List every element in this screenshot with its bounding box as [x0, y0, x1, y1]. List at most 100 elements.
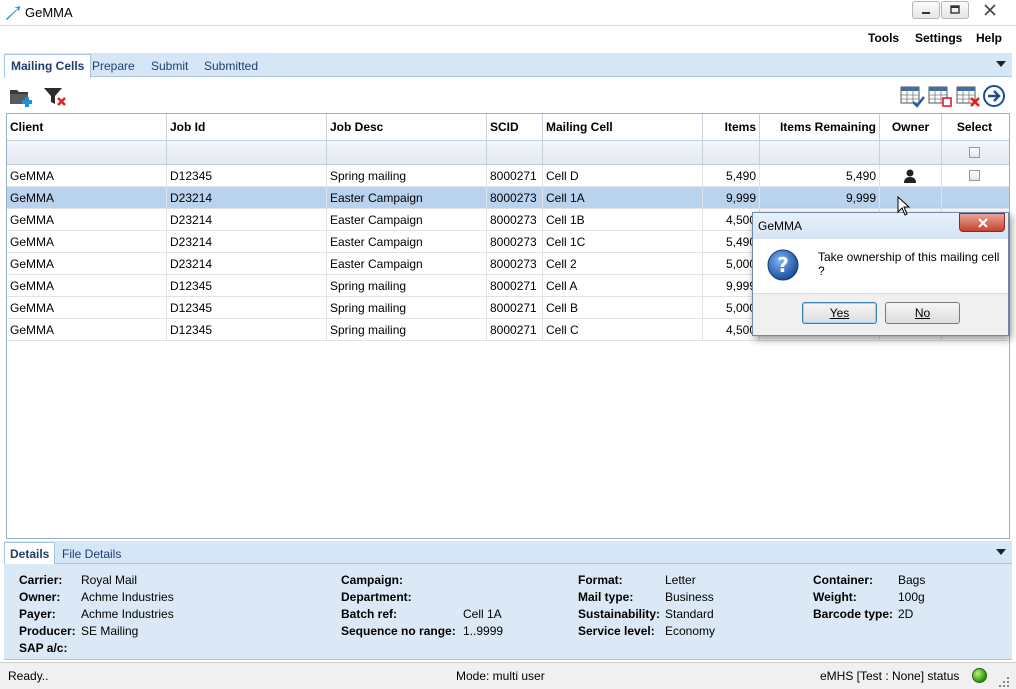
cell-job-desc: Easter Campaign	[327, 187, 487, 209]
cell-select	[942, 165, 1007, 187]
cell-client: GeMMA	[7, 231, 167, 253]
col-header-mailing-cell[interactable]: Mailing Cell	[543, 114, 703, 141]
cell-job-desc: Spring mailing	[327, 275, 487, 297]
question-icon: ?	[767, 249, 799, 281]
cell-job-desc: Spring mailing	[327, 165, 487, 187]
filter-mailing-cell[interactable]	[543, 141, 703, 165]
grid-check-icon[interactable]	[900, 84, 926, 108]
cell-job-id: D23214	[167, 209, 327, 231]
menu-help[interactable]: Help	[976, 31, 1002, 45]
dialog-close-button[interactable]	[959, 213, 1005, 232]
detail-label: Carrier:	[19, 573, 63, 587]
filter-client[interactable]	[7, 141, 167, 165]
col-header-select[interactable]: Select	[942, 114, 1007, 141]
yes-button[interactable]: Yes	[802, 302, 877, 324]
tab-mailing-cells[interactable]: Mailing Cells	[4, 54, 92, 78]
col-header-job-id[interactable]: Job Id	[167, 114, 327, 141]
col-header-client[interactable]: Client	[7, 114, 167, 141]
cell-job-id: D23214	[167, 253, 327, 275]
table-row[interactable]: GeMMA D23214 Easter Campaign 8000273 Cell 1A…	[7, 187, 1009, 209]
cell-client: GeMMA	[7, 209, 167, 231]
detail-value: 100g	[898, 590, 925, 604]
mouse-cursor-icon	[897, 196, 911, 216]
col-header-items[interactable]: Items	[703, 114, 760, 141]
cell-job-desc: Spring mailing	[327, 319, 487, 341]
row-select-checkbox[interactable]	[969, 170, 980, 181]
title-bar: GeMMA	[0, 0, 1016, 26]
cell-job-id: D12345	[167, 297, 327, 319]
status-led-icon	[972, 668, 987, 683]
dialog-message: Take ownership of this mailing cell ?	[818, 250, 1000, 278]
col-header-job-desc[interactable]: Job Desc	[327, 114, 487, 141]
filter-scid[interactable]	[487, 141, 543, 165]
maximize-button[interactable]	[941, 1, 969, 19]
tab-details[interactable]: Details	[4, 542, 56, 565]
cell-client: GeMMA	[7, 187, 167, 209]
close-button[interactable]	[972, 1, 1008, 19]
confirm-dialog: GeMMA ? Take ownership of this mailing c…	[752, 212, 1009, 336]
cell-scid: 8000273	[487, 209, 543, 231]
tab-prepare[interactable]: Prepare	[86, 56, 141, 77]
detail-value: Economy	[665, 624, 716, 638]
cell-job-id: D12345	[167, 275, 327, 297]
details-overflow-arrow-icon[interactable]	[996, 549, 1006, 555]
cell-client: GeMMA	[7, 253, 167, 275]
add-folder-icon[interactable]	[8, 84, 34, 108]
detail-label: Service level:	[578, 624, 655, 638]
select-all-checkbox[interactable]	[969, 147, 980, 158]
table-row[interactable]: GeMMA D12345 Spring mailing 8000271 Cell D 5,…	[7, 165, 1009, 187]
detail-label: Payer:	[19, 607, 56, 621]
cell-cell: Cell 2	[543, 253, 703, 275]
cell-remaining: 9,999	[760, 187, 880, 209]
filter-job-id[interactable]	[167, 141, 327, 165]
resize-grip-icon[interactable]	[998, 675, 1010, 687]
cell-job-desc: Easter Campaign	[327, 253, 487, 275]
filter-job-desc[interactable]	[327, 141, 487, 165]
cell-scid: 8000271	[487, 275, 543, 297]
filter-items[interactable]	[703, 141, 760, 165]
col-header-owner[interactable]: Owner	[880, 114, 942, 141]
clear-filter-icon[interactable]	[42, 84, 68, 108]
cell-owner	[880, 165, 942, 187]
cell-select	[942, 187, 1007, 209]
cell-job-desc: Easter Campaign	[327, 209, 487, 231]
dialog-title-bar: GeMMA	[753, 213, 1008, 239]
details-tabstrip: Details File Details	[4, 541, 1012, 565]
menu-tools[interactable]: Tools	[868, 31, 899, 45]
next-arrow-icon[interactable]	[982, 84, 1008, 108]
mode-text: Mode: multi user	[456, 669, 545, 683]
detail-label: Mail type:	[578, 590, 634, 604]
minimize-icon	[922, 12, 930, 14]
cell-client: GeMMA	[7, 297, 167, 319]
col-header-scid[interactable]: SCID	[487, 114, 543, 141]
tab-submit[interactable]: Submit	[145, 56, 194, 77]
tab-overflow-arrow-icon[interactable]	[996, 61, 1006, 67]
menu-settings[interactable]: Settings	[915, 31, 962, 45]
close-icon	[984, 4, 996, 16]
environment-status: eMHS [Test : None] status	[820, 669, 960, 683]
no-button[interactable]: No	[885, 302, 960, 324]
minimize-button[interactable]	[912, 1, 940, 19]
cell-scid: 8000271	[487, 297, 543, 319]
toolbar	[4, 78, 1012, 112]
detail-value: Business	[665, 590, 714, 604]
col-header-items-remaining[interactable]: Items Remaining	[760, 114, 880, 141]
tab-submitted[interactable]: Submitted	[198, 56, 264, 77]
detail-label: Department:	[341, 590, 412, 604]
window-title: GeMMA	[25, 5, 73, 20]
cell-cell: Cell 1B	[543, 209, 703, 231]
detail-label: Batch ref:	[341, 607, 398, 621]
tab-file-details[interactable]: File Details	[57, 544, 126, 564]
detail-value: Bags	[898, 573, 926, 587]
grid-uncheck-icon[interactable]	[928, 84, 954, 108]
cell-job-desc: Easter Campaign	[327, 231, 487, 253]
cell-owner	[880, 187, 942, 209]
dialog-title: GeMMA	[758, 219, 803, 233]
detail-label: Weight:	[813, 590, 857, 604]
grid-delete-icon[interactable]	[956, 84, 982, 108]
cell-cell: Cell 1C	[543, 231, 703, 253]
filter-items-remaining[interactable]	[760, 141, 880, 165]
cell-client: GeMMA	[7, 275, 167, 297]
filter-owner[interactable]	[880, 141, 942, 165]
detail-value: Letter	[665, 573, 696, 587]
